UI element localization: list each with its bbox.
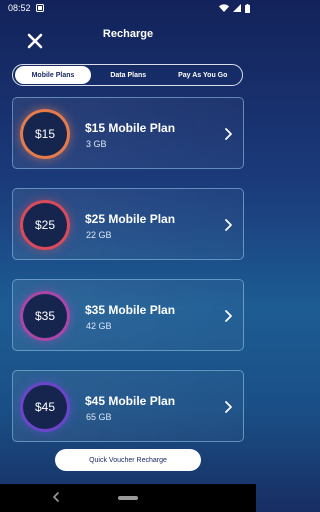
plan-data-allowance: 42 GB (86, 321, 112, 331)
tab-pay-as-you-go[interactable]: Pay As You Go (166, 66, 241, 84)
chevron-right-icon (225, 310, 232, 322)
app-header: Recharge (0, 16, 256, 60)
plan-list: $15 $15 Mobile Plan 3 GB $25 $25 Mobile … (12, 97, 244, 461)
price-ring: $25 (23, 203, 67, 247)
plan-data-allowance: 3 GB (86, 139, 107, 149)
chevron-right-icon (225, 401, 232, 413)
plan-tabs: Mobile Plans Data Plans Pay As You Go (12, 64, 243, 86)
plan-name: $35 Mobile Plan (85, 303, 176, 317)
plan-data-allowance: 22 GB (86, 230, 112, 240)
chevron-right-icon (225, 128, 232, 140)
wifi-icon (219, 4, 229, 12)
page-title: Recharge (102, 28, 154, 40)
plan-name: $25 Mobile Plan (85, 212, 176, 226)
tab-mobile-plans[interactable]: Mobile Plans (15, 66, 91, 84)
plan-name: $45 Mobile Plan (85, 394, 176, 408)
system-nav-bar (0, 484, 256, 512)
back-icon[interactable] (52, 492, 60, 502)
price-ring: $35 (23, 294, 67, 338)
status-right (219, 3, 250, 13)
status-time: 08:52 (8, 3, 31, 13)
battery-icon (245, 3, 250, 13)
plan-name: $15 Mobile Plan (85, 121, 176, 135)
plan-card-15[interactable]: $15 $15 Mobile Plan 3 GB (12, 97, 244, 169)
tab-data-plans[interactable]: Data Plans (91, 66, 166, 84)
status-left: 08:52 (8, 3, 44, 13)
status-bar: 08:52 (0, 0, 256, 16)
plan-data-allowance: 65 GB (86, 412, 112, 422)
price-ring: $15 (23, 112, 67, 156)
screenshot-icon (35, 4, 44, 12)
home-pill[interactable] (118, 496, 138, 500)
price-ring: $45 (23, 385, 67, 429)
plan-card-45[interactable]: $45 $45 Mobile Plan 65 GB (12, 370, 244, 442)
plan-card-35[interactable]: $35 $35 Mobile Plan 42 GB (12, 279, 244, 351)
plan-card-25[interactable]: $25 $25 Mobile Plan 22 GB (12, 188, 244, 260)
chevron-right-icon (225, 219, 232, 231)
quick-voucher-recharge-button[interactable]: Quick Voucher Recharge (55, 449, 201, 471)
signal-icon (233, 4, 241, 12)
